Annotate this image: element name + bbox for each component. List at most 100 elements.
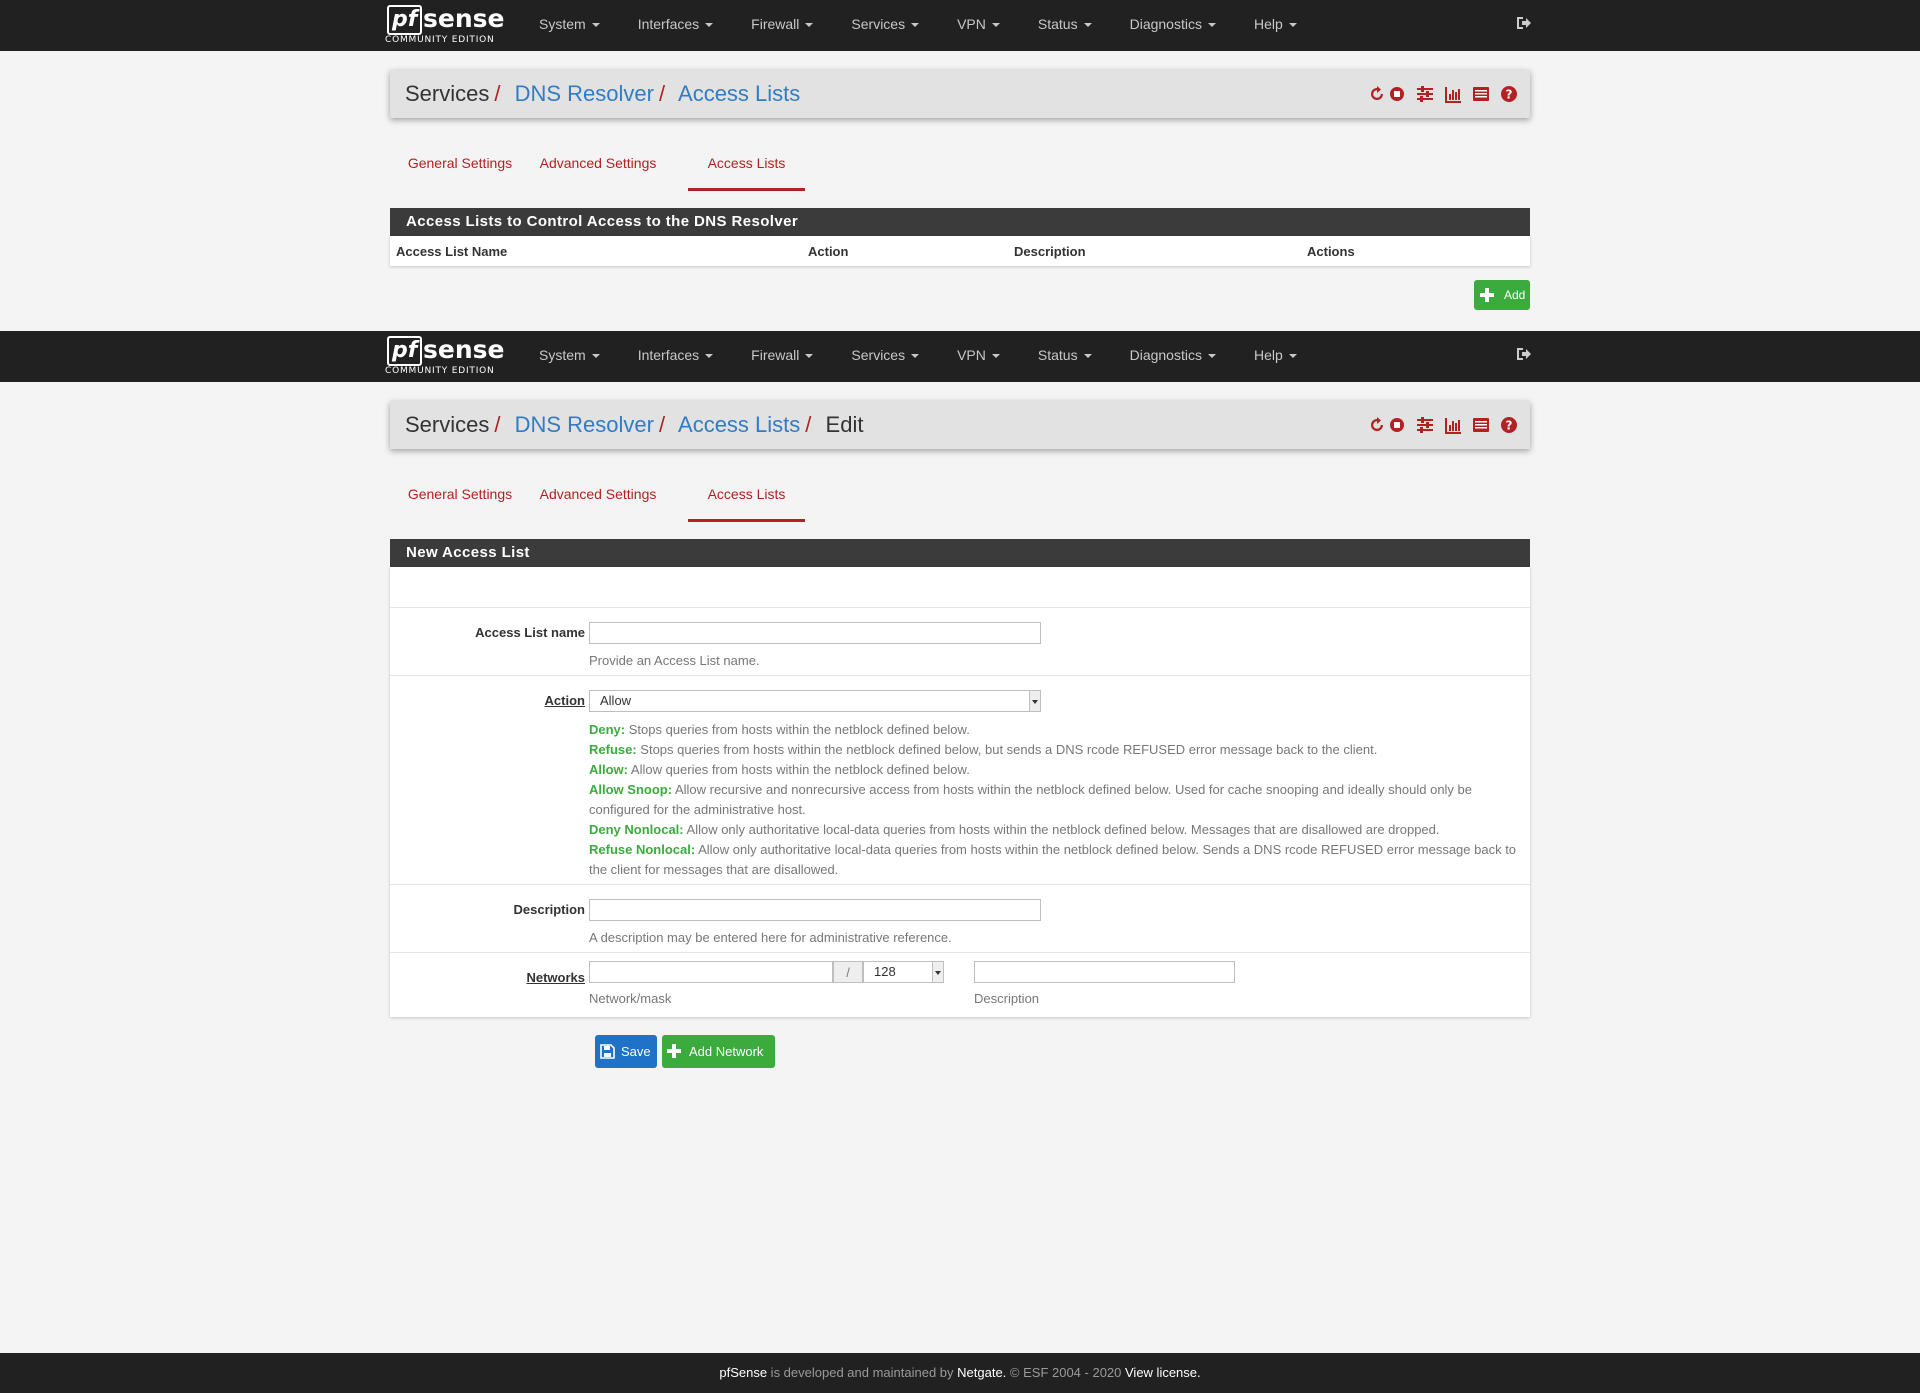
add-button[interactable]: Add — [1474, 280, 1530, 310]
breadcrumb: Services / DNS Resolver / Access Lists — [405, 81, 801, 106]
tab-access-lists[interactable]: Access Lists — [688, 475, 805, 522]
page-header: Services / DNS Resolver / Access Lists ? — [390, 70, 1530, 118]
main-menu: System Interfaces Firewall Services VPN … — [520, 0, 1316, 51]
menu-diagnostics[interactable]: Diagnostics — [1111, 0, 1235, 51]
tab-bar: General Settings Advanced Settings Acces… — [390, 475, 1530, 525]
description-label: Description — [513, 902, 585, 917]
svg-text:?: ? — [1506, 88, 1513, 102]
help-icon[interactable]: ? — [1500, 416, 1518, 434]
menu-system[interactable]: System — [520, 331, 619, 382]
tab-access-lists[interactable]: Access Lists — [688, 144, 805, 191]
status-chart-icon[interactable] — [1444, 416, 1462, 434]
tab-bar: General Settings Advanced Settings Acces… — [390, 144, 1530, 194]
action-help-line: Refuse Nonlocal: Allow only authoritativ… — [589, 842, 1517, 877]
breadcrumb-access-lists[interactable]: Access Lists — [678, 412, 800, 437]
menu-help[interactable]: Help — [1235, 331, 1316, 382]
select-arrow-icon — [1029, 691, 1040, 711]
breadcrumb-edit: Edit — [825, 412, 864, 437]
menu-interfaces[interactable]: Interfaces — [619, 0, 732, 51]
column-header-action: Action — [808, 244, 849, 259]
menu-interfaces[interactable]: Interfaces — [619, 331, 732, 382]
caret-down-icon — [805, 23, 814, 28]
access-list-name-input[interactable] — [589, 622, 1041, 644]
log-list-icon[interactable] — [1472, 85, 1490, 103]
tab-advanced-settings[interactable]: Advanced Settings — [528, 144, 668, 188]
header-shortcuts: ? — [1368, 85, 1518, 103]
breadcrumb-dns-resolver[interactable]: DNS Resolver — [515, 81, 654, 106]
footer-license-link[interactable]: View license. — [1125, 1365, 1201, 1380]
networks-label[interactable]: Networks — [526, 970, 585, 985]
status-chart-icon[interactable] — [1444, 85, 1462, 103]
breadcrumb-services: Services — [405, 412, 490, 437]
caret-down-icon — [1083, 23, 1092, 28]
settings-sliders-icon[interactable] — [1416, 85, 1434, 103]
menu-system[interactable]: System — [520, 0, 619, 51]
caret-down-icon — [1207, 23, 1216, 28]
service-restart-icon[interactable] — [1368, 416, 1386, 434]
column-header-name: Access List Name — [396, 244, 508, 259]
service-restart-icon[interactable] — [1368, 85, 1386, 103]
caret-down-icon — [591, 23, 600, 28]
caret-down-icon — [1288, 354, 1297, 359]
caret-down-icon — [911, 354, 920, 359]
pfsense-logo[interactable]: pf sense COMMUNITY EDITION — [385, 336, 504, 378]
tab-advanced-settings[interactable]: Advanced Settings — [528, 475, 668, 519]
column-header-actions: Actions — [1307, 244, 1355, 259]
menu-diagnostics[interactable]: Diagnostics — [1111, 331, 1235, 382]
breadcrumb-access-lists[interactable]: Access Lists — [678, 81, 800, 106]
tab-general-settings[interactable]: General Settings — [390, 144, 530, 188]
help-icon[interactable]: ? — [1500, 85, 1518, 103]
menu-vpn[interactable]: VPN — [938, 0, 1019, 51]
access-list-form: Access List name Provide an Access List … — [390, 567, 1530, 1017]
access-lists-table-header: Access List Name Action Description Acti… — [390, 236, 1530, 266]
header-shortcuts: ? — [1368, 416, 1518, 434]
breadcrumb-dns-resolver[interactable]: DNS Resolver — [515, 412, 654, 437]
form-row-description: Description A description may be entered… — [390, 884, 1530, 953]
menu-vpn[interactable]: VPN — [938, 331, 1019, 382]
action-label[interactable]: Action — [545, 693, 585, 708]
service-stop-icon[interactable] — [1388, 85, 1406, 103]
footer: pfSense is developed and maintained by N… — [0, 1353, 1920, 1393]
footer-brand: pfSense — [719, 1365, 768, 1380]
action-select[interactable]: Allow — [589, 690, 1041, 712]
footer-netgate-link[interactable]: Netgate. — [957, 1365, 1006, 1380]
access-list-name-label: Access List name — [475, 625, 585, 640]
add-network-button[interactable]: Add Network — [662, 1035, 775, 1068]
network-mask-help: Network/mask — [589, 991, 672, 1006]
save-button[interactable]: Save — [595, 1035, 657, 1068]
log-list-icon[interactable] — [1472, 416, 1490, 434]
section-title-new-access-list: New Access List — [390, 539, 1530, 567]
service-stop-icon[interactable] — [1388, 416, 1406, 434]
network-address-input[interactable] — [589, 961, 833, 983]
caret-down-icon — [1207, 354, 1216, 359]
action-help-line: Deny: Stops queries from hosts within th… — [589, 722, 970, 737]
page-header: Services / DNS Resolver / Access Lists / Ed… — [390, 401, 1530, 449]
form-row-name: Access List name Provide an Access List … — [390, 607, 1530, 676]
menu-firewall[interactable]: Firewall — [732, 331, 832, 382]
menu-services[interactable]: Services — [832, 331, 938, 382]
top-navbar: pf sense COMMUNITY EDITION System Interf… — [0, 0, 1920, 51]
action-help: Deny: Stops queries from hosts within th… — [589, 720, 1519, 880]
menu-help[interactable]: Help — [1235, 0, 1316, 51]
network-mask-select[interactable]: 128 — [863, 961, 944, 983]
sign-out-icon[interactable] — [1515, 15, 1531, 31]
action-help-line: Allow: Allow queries from hosts within t… — [589, 762, 970, 777]
caret-down-icon — [705, 23, 714, 28]
breadcrumb-services: Services — [405, 81, 490, 106]
menu-firewall[interactable]: Firewall — [732, 0, 832, 51]
caret-down-icon — [805, 354, 814, 359]
description-input[interactable] — [589, 899, 1041, 921]
svg-text:?: ? — [1506, 419, 1513, 433]
plus-icon — [667, 1044, 681, 1058]
network-description-input[interactable] — [974, 961, 1235, 983]
tab-general-settings[interactable]: General Settings — [390, 475, 530, 519]
form-row-networks: Networks / 128 Network/mask Description — [390, 952, 1530, 1018]
menu-status[interactable]: Status — [1019, 331, 1111, 382]
settings-sliders-icon[interactable] — [1416, 416, 1434, 434]
network-description-help: Description — [974, 991, 1040, 1006]
pfsense-logo[interactable]: pf sense COMMUNITY EDITION — [385, 5, 504, 47]
menu-status[interactable]: Status — [1019, 0, 1111, 51]
menu-services[interactable]: Services — [832, 0, 938, 51]
sign-out-icon[interactable] — [1515, 346, 1531, 362]
save-icon — [600, 1044, 615, 1059]
